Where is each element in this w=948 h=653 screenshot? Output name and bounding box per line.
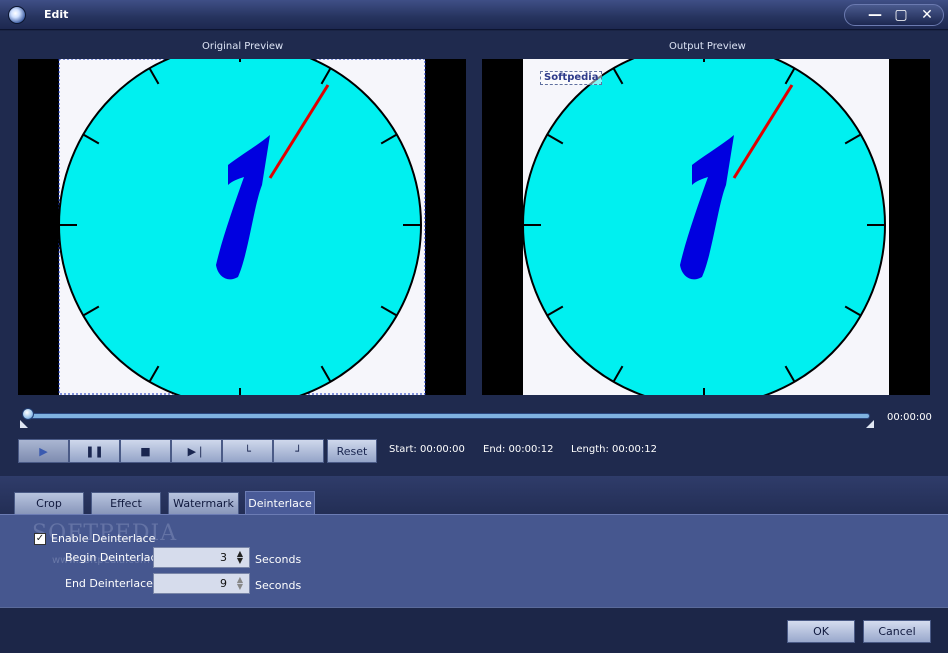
close-icon[interactable]: ✕ bbox=[917, 6, 937, 24]
original-preview bbox=[18, 59, 466, 395]
play-button[interactable]: ▶ bbox=[18, 439, 69, 463]
end-deinterlace-label: End Deinterlace bbox=[65, 577, 153, 590]
stop-button[interactable]: ■ bbox=[120, 439, 171, 463]
begin-deinterlace-label: Begin Deinterlace bbox=[65, 551, 164, 564]
cancel-button[interactable]: Cancel bbox=[863, 620, 931, 643]
stop-icon: ■ bbox=[140, 444, 151, 458]
next-frame-icon: ▶❘ bbox=[187, 444, 206, 458]
tab-deinterlace[interactable]: Deinterlace bbox=[245, 491, 315, 515]
window-title: Edit bbox=[44, 8, 69, 21]
end-deinterlace-value: 9 bbox=[220, 577, 227, 590]
start-time: Start: 00:00:00 bbox=[389, 444, 465, 455]
preview-area: Original Preview Output Preview Softpedi… bbox=[0, 31, 948, 476]
output-preview-label: Output Preview bbox=[669, 41, 746, 52]
minimize-icon[interactable]: — bbox=[865, 6, 885, 24]
enable-deinterlace-label: Enable Deinterlace bbox=[51, 532, 156, 545]
up-down-arrows-icon[interactable]: ▲ ▼ bbox=[233, 550, 247, 565]
output-clock-frame bbox=[522, 59, 889, 395]
timeline-track[interactable] bbox=[26, 414, 869, 418]
up-down-arrows-icon[interactable]: ▲ ▼ bbox=[233, 576, 247, 591]
start-marker[interactable] bbox=[20, 420, 28, 428]
current-time: 00:00:00 bbox=[887, 412, 932, 423]
tab-effect[interactable]: Effect bbox=[91, 492, 161, 514]
tab-bar: Crop Effect Watermark Deinterlace bbox=[0, 476, 948, 515]
output-watermark: Softpedia bbox=[540, 71, 603, 85]
tab-crop[interactable]: Crop bbox=[14, 492, 84, 514]
timeline-thumb[interactable] bbox=[22, 408, 34, 420]
begin-deinterlace-stepper[interactable]: 3 ▲ ▼ bbox=[153, 547, 250, 568]
end-unit-label: Seconds bbox=[255, 579, 302, 592]
length-time: Length: 00:00:12 bbox=[571, 444, 657, 455]
output-preview: Softpedia bbox=[482, 59, 930, 395]
original-clock-frame bbox=[58, 59, 426, 395]
reset-button[interactable]: Reset bbox=[327, 439, 377, 463]
begin-unit-label: Seconds bbox=[255, 553, 302, 566]
pause-button[interactable]: ❚❚ bbox=[69, 439, 120, 463]
set-end-button[interactable]: ┘ bbox=[273, 439, 324, 463]
title-bar: Edit — ▢ ✕ bbox=[0, 0, 948, 30]
app-film-icon bbox=[8, 6, 26, 24]
end-marker[interactable] bbox=[866, 420, 874, 428]
original-preview-label: Original Preview bbox=[202, 41, 284, 52]
end-deinterlace-stepper[interactable]: 9 ▲ ▼ bbox=[153, 573, 250, 594]
next-frame-button[interactable]: ▶❘ bbox=[171, 439, 222, 463]
pause-icon: ❚❚ bbox=[85, 444, 104, 458]
dialog-footer: OK Cancel bbox=[0, 607, 948, 653]
begin-deinterlace-value: 3 bbox=[220, 551, 227, 564]
set-end-icon: ┘ bbox=[295, 444, 302, 458]
window-controls: — ▢ ✕ bbox=[844, 4, 944, 26]
playback-controls: ▶ ❚❚ ■ ▶❘ └ ┘ bbox=[18, 439, 324, 463]
enable-deinterlace-checkbox[interactable]: ✓ bbox=[34, 533, 46, 545]
set-start-icon: └ bbox=[244, 444, 251, 458]
tab-watermark[interactable]: Watermark bbox=[168, 492, 239, 514]
end-time: End: 00:00:12 bbox=[483, 444, 554, 455]
set-start-button[interactable]: └ bbox=[222, 439, 273, 463]
ok-button[interactable]: OK bbox=[787, 620, 855, 643]
deinterlace-panel: SOFTPEDIA www.softpedia.com ✓ Enable Dei… bbox=[0, 514, 948, 607]
play-icon: ▶ bbox=[39, 444, 48, 458]
maximize-icon[interactable]: ▢ bbox=[891, 6, 911, 24]
